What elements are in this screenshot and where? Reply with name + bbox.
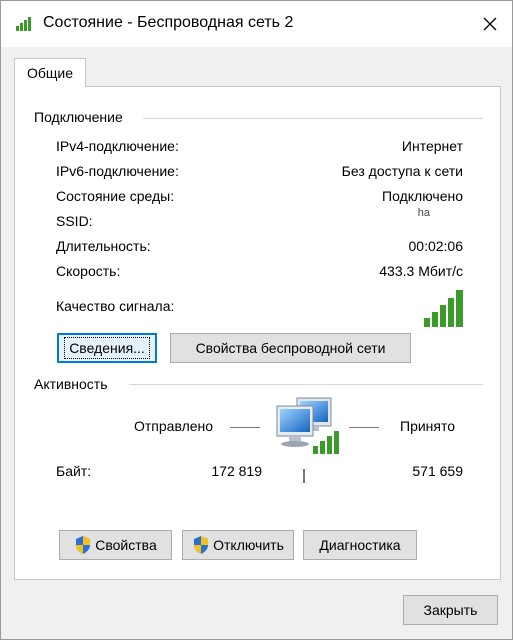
diagnostics-button[interactable]: Диагностика bbox=[303, 530, 417, 560]
disconnect-button[interactable]: Отключить bbox=[182, 530, 294, 560]
media-state-label: Состояние среды: bbox=[56, 188, 175, 204]
duration-label: Длительность: bbox=[56, 238, 151, 254]
bytes-sent-value: 172 819 bbox=[211, 463, 262, 479]
details-button-label: Сведения... bbox=[64, 337, 150, 359]
bytes-received-value: 571 659 bbox=[412, 463, 463, 479]
duration-value: 00:02:06 bbox=[408, 238, 464, 254]
details-button[interactable]: Сведения... bbox=[57, 333, 157, 363]
connection-group-title: Подключение bbox=[34, 109, 123, 125]
ssid-value: ha bbox=[417, 207, 430, 219]
received-label: Принято bbox=[400, 418, 456, 434]
status-dialog: Состояние - Беспроводная сеть 2 Общие По… bbox=[0, 0, 513, 640]
activity-group-divider bbox=[129, 384, 483, 385]
signal-quality-label: Качество сигнала: bbox=[56, 298, 175, 314]
signal-strength-icon bbox=[424, 290, 463, 327]
wireless-properties-button[interactable]: Свойства беспроводной сети bbox=[170, 333, 411, 363]
bytes-label: Байт: bbox=[56, 463, 92, 479]
speed-value: 433.3 Мбит/с bbox=[379, 263, 463, 279]
window-title: Состояние - Беспроводная сеть 2 bbox=[43, 14, 294, 31]
uac-shield-icon bbox=[194, 536, 209, 554]
activity-separator bbox=[303, 469, 305, 483]
tab-panel: Подключение IPv4-подключение: Интернет I… bbox=[14, 86, 501, 580]
ipv6-label: IPv6-подключение: bbox=[56, 163, 179, 179]
ipv4-label: IPv4-подключение: bbox=[56, 138, 179, 154]
speed-label: Скорость: bbox=[56, 263, 121, 279]
uac-shield-icon bbox=[76, 536, 91, 554]
title-bar[interactable]: Состояние - Беспроводная сеть 2 bbox=[1, 1, 512, 47]
ssid-label: SSID: bbox=[56, 213, 93, 229]
ipv6-value: Без доступа к сети bbox=[341, 163, 463, 179]
ipv4-value: Интернет bbox=[401, 138, 463, 154]
close-window-button[interactable] bbox=[468, 1, 512, 47]
received-dash bbox=[349, 427, 379, 428]
media-state-value: Подключено bbox=[382, 188, 463, 204]
properties-button-label: Свойства bbox=[95, 537, 157, 553]
disconnect-button-label: Отключить bbox=[213, 537, 284, 553]
close-button[interactable]: Закрыть bbox=[403, 595, 498, 625]
activity-group-title: Активность bbox=[34, 376, 108, 392]
properties-button[interactable]: Свойства bbox=[59, 530, 172, 560]
sent-dash bbox=[230, 427, 260, 428]
close-icon bbox=[483, 17, 497, 31]
wifi-signal-icon bbox=[16, 17, 31, 31]
sent-label: Отправлено bbox=[134, 418, 214, 434]
connection-group-divider bbox=[143, 118, 483, 119]
network-computers-icon bbox=[276, 397, 339, 454]
tab-general[interactable]: Общие bbox=[14, 58, 86, 87]
